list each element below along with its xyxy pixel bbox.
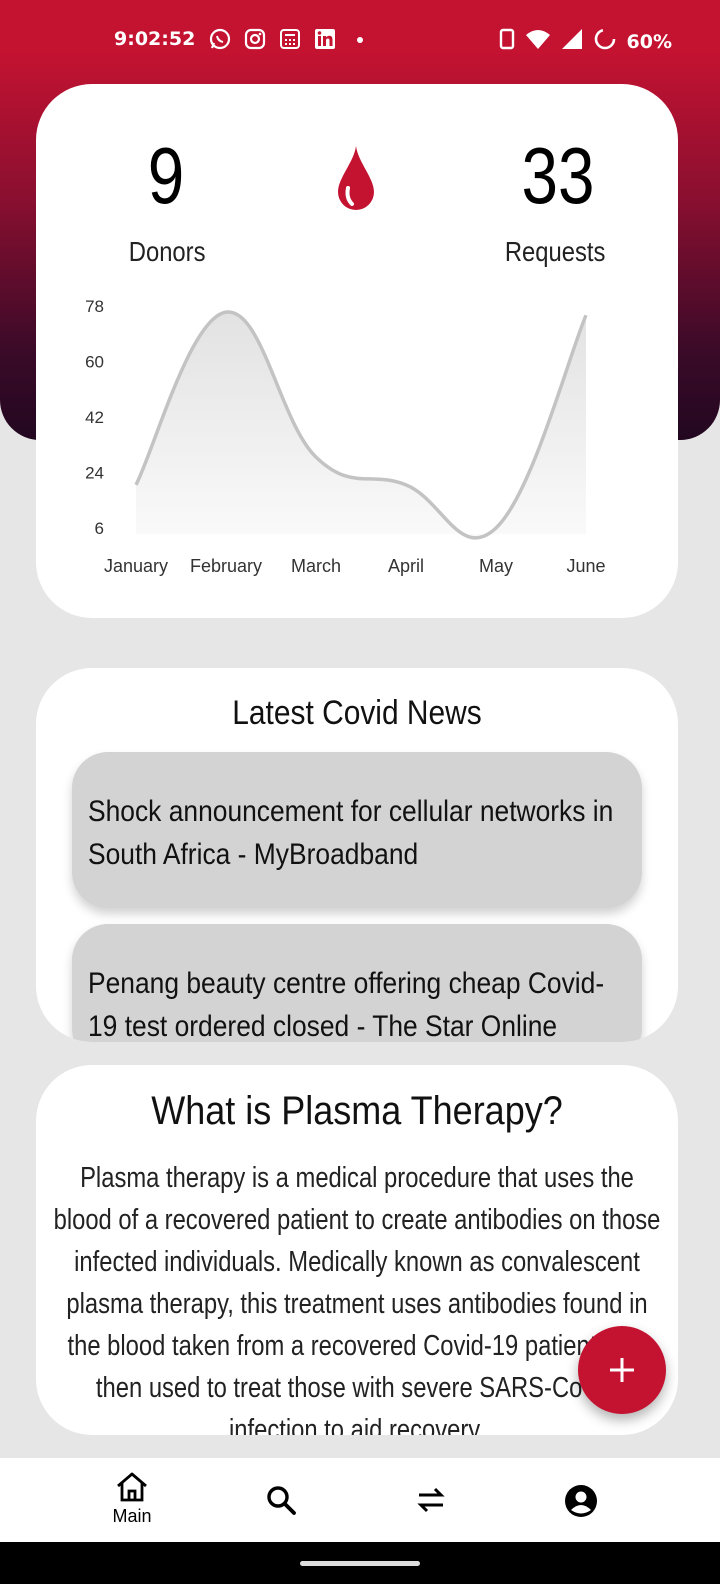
y-tick-label: 60 [85,353,104,372]
calculator-icon [278,27,301,50]
system-navigation-bar [0,1542,720,1584]
account-circle-icon [565,1485,597,1517]
plasma-text: Plasma therapy is a medical procedure th… [53,1162,661,1435]
battery-saver-icon [593,27,617,56]
whatsapp-icon [208,27,231,50]
linkedin-icon [313,27,336,50]
news-headline: Shock announcement for cellular networks… [88,795,614,871]
plus-icon [610,1358,634,1382]
nav-transfer[interactable] [391,1484,471,1516]
add-button[interactable] [578,1326,666,1414]
x-tick-label: June [566,556,605,576]
x-tick-label: May [479,556,513,576]
battery-percent: 60% [626,30,672,53]
nav-search[interactable] [241,1484,321,1516]
y-tick-label: 78 [85,297,104,316]
notification-icons [208,27,371,50]
home-icon [117,1472,147,1502]
status-bar: 9:02:52 60% [0,0,720,80]
instagram-icon [243,27,266,50]
x-tick-label: March [291,556,341,576]
x-tick-label: February [190,556,262,576]
news-title: Latest Covid News [232,694,482,732]
news-headline: Penang beauty centre offering cheap Covi… [88,967,605,1042]
plasma-description: Plasma therapy is a medical procedure th… [46,1157,668,1435]
nav-main[interactable]: Main [92,1470,172,1527]
news-card: Latest Covid News Shock announcement for… [36,668,678,1042]
stats-card: 9 Donors 33 Requests 78 60 42 24 6 January Fe… [36,84,678,618]
news-item[interactable]: Penang beauty centre offering cheap Covi… [72,924,642,1042]
news-item[interactable]: Shock announcement for cellular networks… [72,752,642,908]
x-tick-label: April [388,556,424,576]
donations-chart: 78 60 42 24 6 January February March April May Ju… [85,297,605,576]
chart-area-fill [136,311,586,538]
status-time: 9:02:52 [114,28,196,50]
wifi-icon [525,28,551,55]
nav-main-label: Main [112,1506,152,1526]
search-icon [267,1486,296,1515]
y-tick-label: 24 [85,464,104,483]
swap-arrows-icon [417,1487,445,1513]
y-tick-label: 42 [85,408,104,427]
bottom-navigation: Main [0,1458,720,1542]
x-tick-label: January [104,556,168,576]
system-status-icons: 60% [499,27,672,56]
nav-profile[interactable] [541,1484,621,1518]
home-gesture-pill[interactable] [300,1561,420,1566]
signal-icon [561,28,583,55]
vibrate-icon [499,28,515,55]
plasma-title: What is Plasma Therapy? [151,1089,563,1133]
dot-icon [348,27,371,50]
y-tick-label: 6 [95,519,104,538]
